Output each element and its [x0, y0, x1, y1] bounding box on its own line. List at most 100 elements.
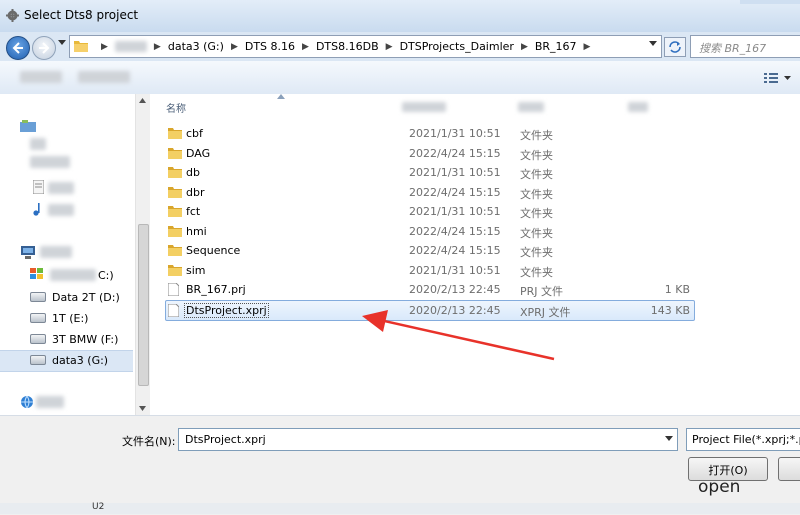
blurred-nav-item[interactable]	[48, 182, 74, 194]
filename-input[interactable]: DtsProject.xprj	[178, 428, 678, 451]
file-type: XPRJ 文件	[520, 305, 571, 319]
scroll-down-icon[interactable]	[139, 406, 146, 411]
arrow-right-icon	[39, 42, 50, 54]
file-date: 2021/1/31 10:51	[409, 166, 501, 179]
back-button[interactable]	[6, 36, 30, 60]
crumb-drive[interactable]: data3 (G:)	[168, 40, 224, 53]
blurred-nav-item[interactable]	[30, 138, 46, 150]
window-controls[interactable]	[740, 0, 800, 4]
crumb-projects[interactable]: DTSProjects_Daimler	[400, 40, 514, 53]
file-date: 2022/4/24 15:15	[409, 224, 501, 238]
file-date: 2021/1/31 10:51	[409, 127, 501, 140]
refresh-button[interactable]	[664, 37, 686, 57]
file-date: 2022/4/24 15:15	[409, 244, 501, 257]
file-row[interactable]: fct 2021/1/31 10:51 文件夹	[166, 202, 694, 221]
crumb-dts[interactable]: DTS 8.16	[245, 40, 295, 53]
chevron-right-icon: ▶	[153, 41, 161, 52]
crumb-current[interactable]: BR_167	[535, 40, 577, 53]
blurred-column-header[interactable]	[628, 102, 648, 112]
file-name: DAG	[186, 146, 211, 160]
chevron-down-icon[interactable]	[784, 76, 791, 81]
blurred-crumb	[114, 41, 147, 52]
favorites-icon	[20, 120, 36, 132]
scroll-thumb[interactable]	[138, 224, 149, 386]
music-icon	[33, 203, 40, 216]
file-type: 文件夹	[520, 226, 553, 240]
file-row[interactable]: hmi 2022/4/24 15:15 文件夹	[166, 222, 694, 241]
address-bar[interactable]: ▶ ▶ data3 (G:) ▶ DTS 8.16 ▶ DTS8.16DB ▶ …	[69, 35, 662, 58]
file-date: 2020/2/13 22:45	[409, 303, 501, 317]
blurred-nav-item[interactable]	[50, 269, 96, 281]
refresh-icon	[669, 41, 681, 53]
breadcrumb: ▶ ▶ data3 (G:) ▶ DTS 8.16 ▶ DTS8.16DB ▶ …	[94, 36, 597, 57]
file-row[interactable]: DAG 2022/4/24 15:15 文件夹	[166, 144, 694, 163]
nav-drive-e[interactable]: 1T (E:)	[30, 309, 88, 327]
blurred-nav-item[interactable]	[36, 396, 64, 408]
file-type: 文件夹	[520, 129, 553, 142]
file-type: 文件夹	[520, 187, 553, 201]
file-row[interactable]: BR_167.prj 2020/2/13 22:45 PRJ 文件 1 KB	[166, 280, 694, 299]
view-options-icon[interactable]	[764, 73, 778, 83]
filename-label: 文件名(N):	[122, 435, 176, 448]
sort-ascending-icon	[277, 94, 285, 99]
blurred-nav-item[interactable]	[48, 204, 74, 216]
file-type: 文件夹	[520, 265, 553, 279]
file-type: 文件夹	[520, 168, 553, 181]
blurred-column-header[interactable]	[518, 102, 544, 112]
blurred-nav-item[interactable]	[40, 246, 72, 258]
file-row[interactable]: db 2021/1/31 10:51 文件夹	[166, 163, 694, 182]
file-name: sim	[186, 263, 206, 277]
filename-value: DtsProject.xprj	[185, 433, 266, 446]
folder-icon	[74, 41, 88, 52]
file-date: 2022/4/24 15:15	[409, 185, 501, 199]
nav-drive-label: Data 2T (D:)	[52, 290, 120, 304]
open-annotation: open	[698, 477, 741, 497]
file-row[interactable]: cbf 2021/1/31 10:51 文件夹	[166, 124, 694, 143]
column-header-name[interactable]: 名称	[166, 100, 186, 115]
blurred-nav-item[interactable]	[30, 156, 70, 168]
folder-icon	[168, 206, 182, 217]
folder-icon	[168, 264, 182, 276]
history-dropdown-icon[interactable]	[58, 40, 66, 46]
file-row[interactable]: Sequence 2022/4/24 15:15 文件夹	[166, 241, 694, 260]
blurred-toolbar-button[interactable]	[20, 71, 62, 83]
nav-scrollbar[interactable]	[135, 94, 150, 415]
nav-drive-d[interactable]: Data 2T (D:)	[30, 288, 120, 306]
chevron-down-icon[interactable]	[649, 41, 657, 47]
scroll-up-icon[interactable]	[139, 98, 146, 103]
folder-icon	[168, 186, 182, 198]
blurred-toolbar-button[interactable]	[78, 71, 130, 83]
folder-icon	[168, 225, 182, 237]
status-text: U2	[92, 502, 105, 512]
file-name: DtsProject.xprj	[184, 302, 269, 318]
blurred-column-header[interactable]	[402, 102, 446, 112]
crumb-db[interactable]: DTS8.16DB	[316, 40, 379, 53]
cancel-button[interactable]	[778, 457, 800, 481]
windows-drive-icon	[30, 268, 43, 279]
search-input[interactable]: 搜索 BR_167	[690, 35, 800, 58]
forward-button[interactable]	[32, 36, 56, 60]
nav-drive-label: 3T BMW (F:)	[52, 332, 119, 346]
filetype-value: Project File(*.xprj;*.prj)	[692, 433, 800, 446]
computer-icon	[21, 246, 35, 259]
hard-drive-icon	[30, 292, 46, 302]
filetype-select[interactable]: Project File(*.xprj;*.prj)	[686, 428, 800, 451]
hard-drive-icon	[30, 313, 46, 323]
chevron-right-icon: ▶	[101, 41, 108, 52]
window-title: Select Dts8 project	[24, 8, 139, 22]
nav-drive-label: 1T (E:)	[52, 311, 89, 325]
file-date: 2021/1/31 10:51	[409, 263, 501, 277]
open-button-label: 打开(O)	[708, 464, 748, 477]
nav-drive-f[interactable]: 3T BMW (F:)	[30, 330, 118, 348]
file-row[interactable]: sim 2021/1/31 10:51 文件夹	[166, 261, 694, 280]
chevron-down-icon[interactable]	[665, 436, 673, 441]
file-icon	[168, 283, 179, 296]
folder-icon	[168, 245, 182, 256]
arrow-left-icon	[12, 42, 23, 54]
document-icon	[33, 180, 44, 194]
file-row-selected[interactable]: DtsProject.xprj 2020/2/13 22:45 XPRJ 文件 143…	[165, 299, 695, 321]
nav-drive-g[interactable]: data3 (G:)	[30, 351, 108, 369]
folder-icon	[168, 167, 182, 178]
file-row[interactable]: dbr 2022/4/24 15:15 文件夹	[166, 183, 694, 202]
chevron-right-icon: ▶	[385, 41, 393, 52]
